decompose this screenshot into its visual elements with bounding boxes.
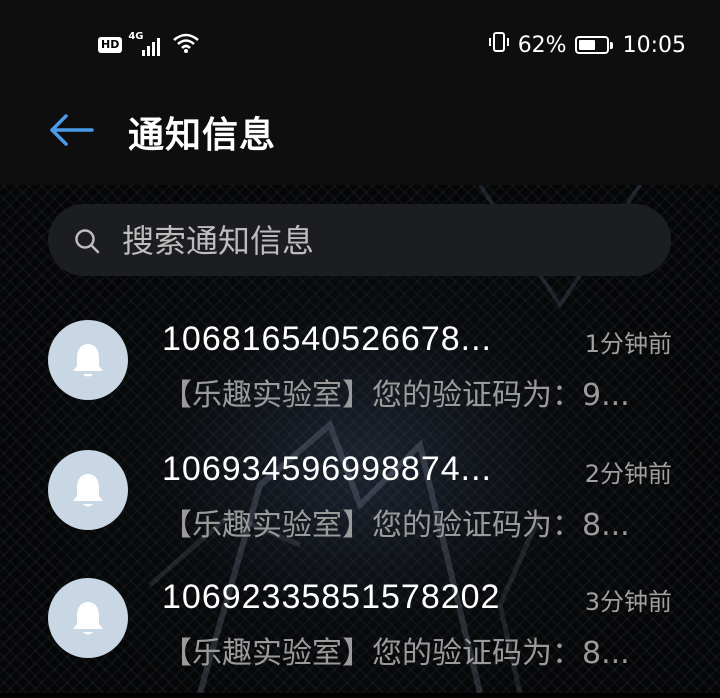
message-item[interactable]: 106934596998874... 2分钟前 【乐趣实验室】您的验证码为：8.…	[0, 450, 720, 570]
message-sender: 106934596998874...	[162, 450, 492, 488]
search-input[interactable]	[120, 204, 644, 278]
message-sender: 106816540526678...	[162, 320, 492, 358]
notification-avatar	[48, 450, 128, 530]
back-arrow-icon	[50, 114, 94, 146]
bell-icon	[73, 474, 103, 507]
notification-avatar	[48, 320, 128, 400]
hd-badge: HD	[98, 37, 123, 53]
battery-percent: 62%	[517, 32, 567, 58]
message-sender: 10692335851578202	[162, 578, 501, 616]
battery-level	[578, 40, 595, 50]
message-preview: 【乐趣实验室】您的验证码为：8...	[162, 636, 630, 671]
message-item[interactable]: 106816540526678... 1分钟前 【乐趣实验室】您的验证码为：9.…	[0, 320, 720, 440]
clock: 10:05	[622, 32, 686, 58]
wifi-icon	[172, 32, 200, 58]
search-bar[interactable]	[48, 204, 671, 278]
status-left: HD 4G	[98, 30, 200, 60]
status-right: 62% 10:05	[488, 30, 686, 60]
vibrate-icon	[488, 30, 510, 60]
message-preview: 【乐趣实验室】您的验证码为：8...	[162, 508, 630, 543]
message-item[interactable]: 10692335851578202 3分钟前 【乐趣实验室】您的验证码为：8..…	[0, 578, 720, 698]
page-title: 通知信息	[128, 115, 277, 156]
bell-icon	[73, 344, 103, 377]
message-time: 3分钟前	[584, 588, 672, 616]
message-time: 1分钟前	[584, 330, 672, 358]
notification-avatar	[48, 578, 128, 658]
search-icon	[75, 229, 100, 254]
battery-icon	[574, 36, 613, 54]
back-button[interactable]	[48, 110, 96, 150]
status-bar: HD 4G 62% 10:05	[0, 0, 720, 92]
message-preview: 【乐趣实验室】您的验证码为：9...	[162, 378, 630, 413]
signal-icon: 4G	[128, 31, 166, 57]
app-header	[0, 92, 720, 185]
message-time: 2分钟前	[584, 460, 672, 488]
bell-icon	[73, 602, 103, 635]
